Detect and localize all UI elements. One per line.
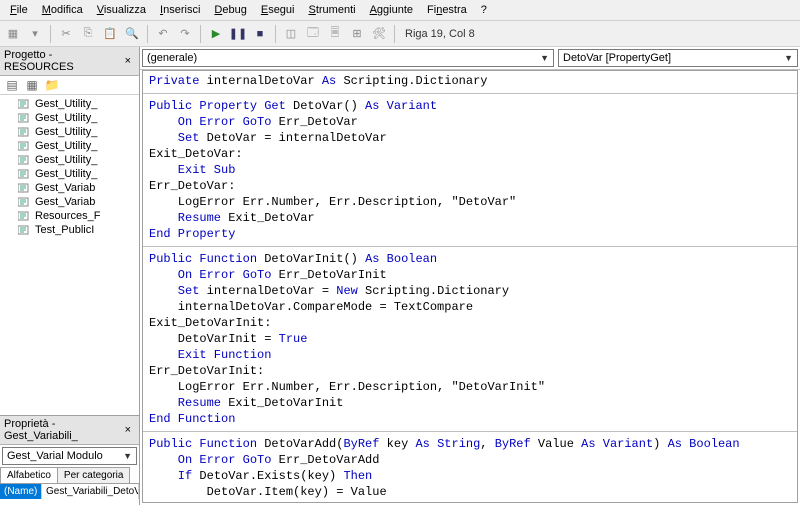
tree-item[interactable]: Gest_Utility_ [0,125,139,139]
explorer-icon[interactable]: 🗔 [304,25,322,43]
dropdown-icon[interactable]: ▾ [26,25,44,43]
menu-debug[interactable]: Debug [208,2,252,18]
menu-run[interactable]: Esegui [255,2,301,18]
redo-icon[interactable]: ↷ [176,25,194,43]
menu-tools[interactable]: Strumenti [302,2,361,18]
pause-icon[interactable]: ❚❚ [229,25,247,43]
menu-bar: FFileile Modifica Visualizza Inserisci D… [0,0,800,21]
cut-icon[interactable]: ✂ [57,25,75,43]
module-icon [18,210,32,222]
find-icon[interactable]: 🔍 [123,25,141,43]
module-icon [18,140,32,152]
menu-edit[interactable]: Modifica [36,2,89,18]
design-icon[interactable]: ◫ [282,25,300,43]
menu-addins[interactable]: Aggiunte [364,2,419,18]
menu-window[interactable]: Finestra [421,2,473,18]
menu-file[interactable]: FFileile [4,2,34,18]
undo-icon[interactable]: ↶ [154,25,172,43]
tree-item[interactable]: Resources_F [0,209,139,223]
project-panel-header: Progetto - RESOURCES × [0,47,139,76]
toolbar: ▦ ▾ ✂ ⎘ 📋 🔍 ↶ ↷ ▶ ❚❚ ■ ◫ 🗔 🗏 ⊞ 🛠 Riga 19… [0,21,800,47]
module-icon [18,98,32,110]
toolbox-icon[interactable]: 🛠 [370,25,388,43]
view-code-icon[interactable]: ▤ [4,78,20,92]
project-tree[interactable]: Gest_Utility_ Gest_Utility_ Gest_Utility… [0,95,139,416]
tree-item[interactable]: Gest_Utility_ [0,111,139,125]
tab-alphabetic[interactable]: Alfabetico [0,467,58,483]
properties-title: Proprietà - Gest_Variabili_ [4,418,121,442]
menu-view[interactable]: Visualizza [91,2,152,18]
properties-grid[interactable]: (Name) Gest_Variabili_DetoVa [0,484,139,499]
tree-item[interactable]: Gest_Variab [0,195,139,209]
project-toolbar: ▤ ▦ 📁 [0,76,139,95]
close-icon[interactable]: × [121,424,135,436]
module-icon [18,224,32,236]
module-icon [18,126,32,138]
close-icon[interactable]: × [121,55,135,67]
run-icon[interactable]: ▶ [207,25,225,43]
props-icon[interactable]: 🗏 [326,25,344,43]
stop-icon[interactable]: ■ [251,25,269,43]
module-icon [18,112,32,124]
module-icon [18,196,32,208]
procedure-combo[interactable]: DetoVar [PropertyGet]▼ [558,49,798,67]
menu-help[interactable]: ? [475,2,493,18]
module-icon [18,168,32,180]
menu-insert[interactable]: Inserisci [154,2,206,18]
view-icon[interactable]: ▦ [4,25,22,43]
tab-categorized[interactable]: Per categoria [57,467,130,483]
view-object-icon[interactable]: ▦ [24,78,40,92]
project-title: Progetto - RESOURCES [4,49,121,73]
browser-icon[interactable]: ⊞ [348,25,366,43]
tree-item[interactable]: Gest_Utility_ [0,153,139,167]
folder-icon[interactable]: 📁 [44,78,60,92]
tree-item[interactable]: Gest_Utility_ [0,97,139,111]
scope-combo[interactable]: (generale)▼ [142,49,554,67]
tree-item[interactable]: Gest_Utility_ [0,167,139,181]
tree-item[interactable]: Test_PublicI [0,223,139,237]
code-editor[interactable]: Private internalDetoVar As Scripting.Dic… [142,70,798,503]
prop-name-value[interactable]: Gest_Variabili_DetoVa [42,484,139,499]
cursor-position: Riga 19, Col 8 [405,28,475,40]
module-icon [18,182,32,194]
prop-name-label: (Name) [0,484,42,499]
paste-icon[interactable]: 📋 [101,25,119,43]
module-icon [18,154,32,166]
tree-item[interactable]: Gest_Utility_ [0,139,139,153]
tree-item[interactable]: Gest_Variab [0,181,139,195]
properties-panel-header: Proprietà - Gest_Variabili_ × [0,416,139,445]
copy-icon[interactable]: ⎘ [79,25,97,43]
object-combo[interactable]: Gest_Varial Modulo▼ [2,447,137,465]
